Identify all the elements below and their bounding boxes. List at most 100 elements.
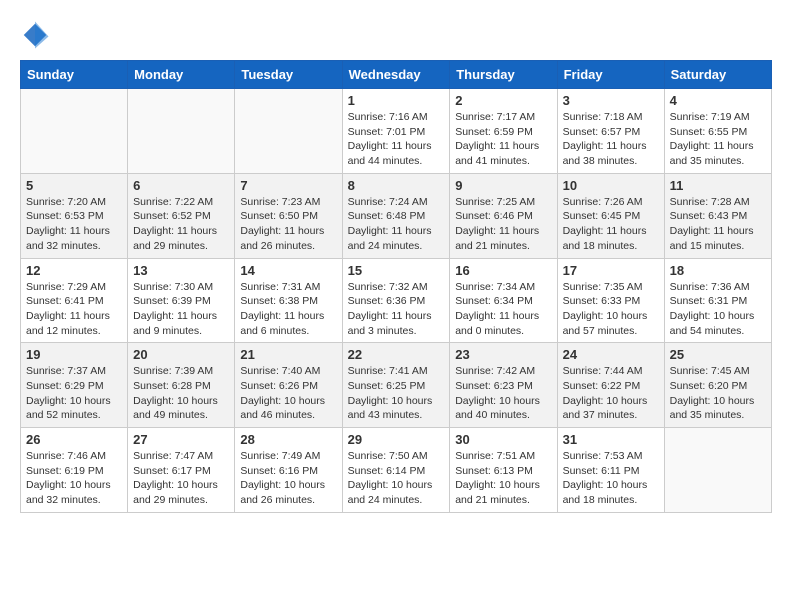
calendar-cell: 12 Sunrise: 7:29 AM Sunset: 6:41 PM Dayli… — [21, 258, 128, 343]
calendar-cell: 8Sunrise: 7:24 AM Sunset: 6:48 PM Daylig… — [342, 173, 450, 258]
day-info: Sunrise: 7:44 AM Sunset: 6:22 PM Dayligh… — [563, 364, 659, 423]
day-info: Sunrise: 7:18 AM Sunset: 6:57 PM Dayligh… — [563, 110, 659, 169]
calendar-cell: 15 Sunrise: 7:32 AM Sunset: 6:36 PM Dayli… — [342, 258, 450, 343]
calendar-cell: 26 Sunrise: 7:46 AM Sunset: 6:19 PM Dayli… — [21, 428, 128, 513]
day-number: 27 — [133, 432, 229, 447]
calendar-cell — [21, 89, 128, 174]
day-info: Sunrise: 7:26 AM Sunset: 6:45 PM Dayligh… — [563, 195, 659, 254]
day-number: 23 — [455, 347, 551, 362]
day-info: Sunrise: 7:37 AM Sunset: 6:29 PM Dayligh… — [26, 364, 122, 423]
calendar-header-wednesday: Wednesday — [342, 61, 450, 89]
calendar-cell: 28 Sunrise: 7:49 AM Sunset: 6:16 PM Dayli… — [235, 428, 342, 513]
day-number: 17 — [563, 263, 659, 278]
calendar-cell: 5 Sunrise: 7:20 AM Sunset: 6:53 PM Daylig… — [21, 173, 128, 258]
day-number: 12 — [26, 263, 122, 278]
day-info: Sunrise: 7:29 AM Sunset: 6:41 PM Dayligh… — [26, 280, 122, 339]
day-info: Sunrise: 7:51 AM Sunset: 6:13 PM Dayligh… — [455, 449, 551, 508]
day-info: Sunrise: 7:50 AM Sunset: 6:14 PM Dayligh… — [348, 449, 445, 508]
calendar-cell: 16 Sunrise: 7:34 AM Sunset: 6:34 PM Dayli… — [450, 258, 557, 343]
logo-icon — [20, 20, 50, 50]
day-info: Sunrise: 7:35 AM Sunset: 6:33 PM Dayligh… — [563, 280, 659, 339]
day-info: Sunrise: 7:19 AM Sunset: 6:55 PM Dayligh… — [670, 110, 766, 169]
day-number: 31 — [563, 432, 659, 447]
calendar-cell — [664, 428, 771, 513]
day-number: 11 — [670, 178, 766, 193]
calendar-cell: 18 Sunrise: 7:36 AM Sunset: 6:31 PM Dayli… — [664, 258, 771, 343]
day-info: Sunrise: 7:36 AM Sunset: 6:31 PM Dayligh… — [670, 280, 766, 339]
day-number: 5 — [26, 178, 122, 193]
calendar-week-row: 5 Sunrise: 7:20 AM Sunset: 6:53 PM Daylig… — [21, 173, 772, 258]
day-number: 2 — [455, 93, 551, 108]
day-info: Sunrise: 7:41 AM Sunset: 6:25 PM Dayligh… — [348, 364, 445, 423]
day-number: 6 — [133, 178, 229, 193]
day-info: Sunrise: 7:30 AM Sunset: 6:39 PM Dayligh… — [133, 280, 229, 339]
calendar-cell: 23 Sunrise: 7:42 AM Sunset: 6:23 PM Dayli… — [450, 343, 557, 428]
calendar-week-row: 12 Sunrise: 7:29 AM Sunset: 6:41 PM Dayli… — [21, 258, 772, 343]
calendar-cell: 9Sunrise: 7:25 AM Sunset: 6:46 PM Daylig… — [450, 173, 557, 258]
day-info: Sunrise: 7:53 AM Sunset: 6:11 PM Dayligh… — [563, 449, 659, 508]
calendar-cell: 2Sunrise: 7:17 AM Sunset: 6:59 PM Daylig… — [450, 89, 557, 174]
day-info: Sunrise: 7:20 AM Sunset: 6:53 PM Dayligh… — [26, 195, 122, 254]
calendar-week-row: 1 Sunrise: 7:16 AM Sunset: 7:01 PM Daylig… — [21, 89, 772, 174]
day-number: 19 — [26, 347, 122, 362]
day-info: Sunrise: 7:47 AM Sunset: 6:17 PM Dayligh… — [133, 449, 229, 508]
calendar-cell: 25Sunrise: 7:45 AM Sunset: 6:20 PM Dayli… — [664, 343, 771, 428]
calendar-cell: 14 Sunrise: 7:31 AM Sunset: 6:38 PM Dayli… — [235, 258, 342, 343]
day-info: Sunrise: 7:32 AM Sunset: 6:36 PM Dayligh… — [348, 280, 445, 339]
day-number: 24 — [563, 347, 659, 362]
calendar-table: SundayMondayTuesdayWednesdayThursdayFrid… — [20, 60, 772, 513]
day-number: 26 — [26, 432, 122, 447]
calendar-header-sunday: Sunday — [21, 61, 128, 89]
calendar-cell: 29 Sunrise: 7:50 AM Sunset: 6:14 PM Dayli… — [342, 428, 450, 513]
calendar-cell: 20 Sunrise: 7:39 AM Sunset: 6:28 PM Dayli… — [128, 343, 235, 428]
day-number: 4 — [670, 93, 766, 108]
day-info: Sunrise: 7:42 AM Sunset: 6:23 PM Dayligh… — [455, 364, 551, 423]
calendar-header-saturday: Saturday — [664, 61, 771, 89]
calendar-cell — [128, 89, 235, 174]
calendar-cell: 27 Sunrise: 7:47 AM Sunset: 6:17 PM Dayli… — [128, 428, 235, 513]
day-number: 7 — [240, 178, 336, 193]
calendar-cell: 13 Sunrise: 7:30 AM Sunset: 6:39 PM Dayli… — [128, 258, 235, 343]
calendar-cell: 30 Sunrise: 7:51 AM Sunset: 6:13 PM Dayli… — [450, 428, 557, 513]
day-number: 20 — [133, 347, 229, 362]
calendar-cell: 24 Sunrise: 7:44 AM Sunset: 6:22 PM Dayli… — [557, 343, 664, 428]
day-info: Sunrise: 7:22 AM Sunset: 6:52 PM Dayligh… — [133, 195, 229, 254]
day-number: 18 — [670, 263, 766, 278]
calendar-week-row: 26 Sunrise: 7:46 AM Sunset: 6:19 PM Dayli… — [21, 428, 772, 513]
calendar-header-row: SundayMondayTuesdayWednesdayThursdayFrid… — [21, 61, 772, 89]
day-info: Sunrise: 7:49 AM Sunset: 6:16 PM Dayligh… — [240, 449, 336, 508]
calendar-cell: 3 Sunrise: 7:18 AM Sunset: 6:57 PM Daylig… — [557, 89, 664, 174]
day-number: 3 — [563, 93, 659, 108]
day-number: 15 — [348, 263, 445, 278]
day-number: 14 — [240, 263, 336, 278]
calendar-cell: 4 Sunrise: 7:19 AM Sunset: 6:55 PM Daylig… — [664, 89, 771, 174]
calendar-week-row: 19 Sunrise: 7:37 AM Sunset: 6:29 PM Dayli… — [21, 343, 772, 428]
calendar-cell: 7 Sunrise: 7:23 AM Sunset: 6:50 PM Daylig… — [235, 173, 342, 258]
calendar-cell: 6 Sunrise: 7:22 AM Sunset: 6:52 PM Daylig… — [128, 173, 235, 258]
calendar-header-friday: Friday — [557, 61, 664, 89]
calendar-cell — [235, 89, 342, 174]
day-info: Sunrise: 7:46 AM Sunset: 6:19 PM Dayligh… — [26, 449, 122, 508]
day-number: 10 — [563, 178, 659, 193]
calendar-cell: 21Sunrise: 7:40 AM Sunset: 6:26 PM Dayli… — [235, 343, 342, 428]
day-info: Sunrise: 7:28 AM Sunset: 6:43 PM Dayligh… — [670, 195, 766, 254]
day-number: 1 — [348, 93, 445, 108]
calendar-cell: 19 Sunrise: 7:37 AM Sunset: 6:29 PM Dayli… — [21, 343, 128, 428]
day-number: 29 — [348, 432, 445, 447]
day-info: Sunrise: 7:25 AM Sunset: 6:46 PM Dayligh… — [455, 195, 551, 254]
day-info: Sunrise: 7:24 AM Sunset: 6:48 PM Dayligh… — [348, 195, 445, 254]
day-info: Sunrise: 7:34 AM Sunset: 6:34 PM Dayligh… — [455, 280, 551, 339]
day-number: 28 — [240, 432, 336, 447]
day-number: 21 — [240, 347, 336, 362]
day-info: Sunrise: 7:23 AM Sunset: 6:50 PM Dayligh… — [240, 195, 336, 254]
day-number: 30 — [455, 432, 551, 447]
day-info: Sunrise: 7:31 AM Sunset: 6:38 PM Dayligh… — [240, 280, 336, 339]
day-number: 22 — [348, 347, 445, 362]
day-number: 13 — [133, 263, 229, 278]
day-number: 25 — [670, 347, 766, 362]
day-info: Sunrise: 7:16 AM Sunset: 7:01 PM Dayligh… — [348, 110, 445, 169]
day-info: Sunrise: 7:39 AM Sunset: 6:28 PM Dayligh… — [133, 364, 229, 423]
calendar-cell: 10 Sunrise: 7:26 AM Sunset: 6:45 PM Dayli… — [557, 173, 664, 258]
calendar-header-monday: Monday — [128, 61, 235, 89]
day-number: 16 — [455, 263, 551, 278]
